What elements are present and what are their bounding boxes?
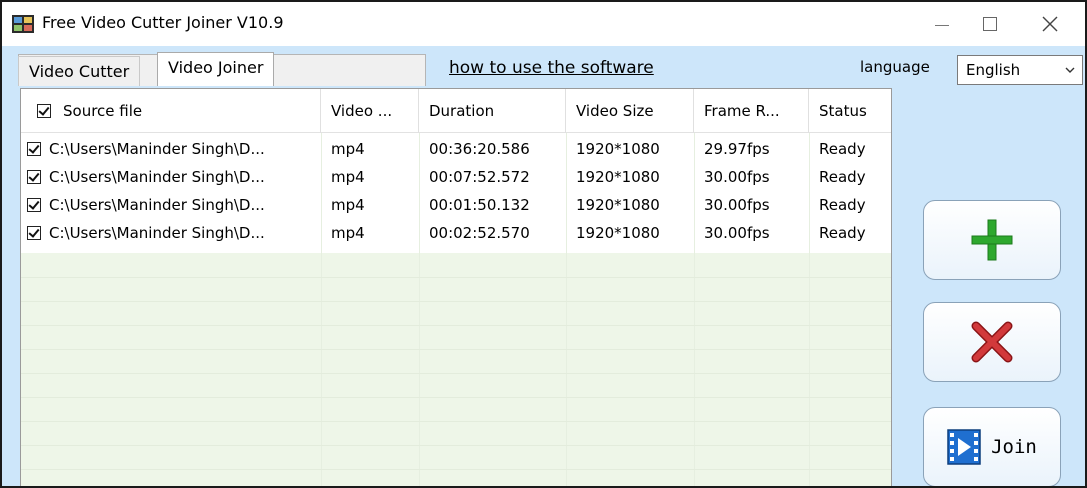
file-list[interactable]: Source file Video ... Duration Video Siz… xyxy=(20,88,892,486)
tab-video-joiner[interactable]: Video Joiner xyxy=(157,52,275,86)
frame-rate-cell: 30.00fps xyxy=(704,224,770,242)
row-divider xyxy=(21,349,891,350)
plus-icon xyxy=(971,219,1013,261)
format-cell: mp4 xyxy=(331,224,365,242)
howto-panel: how to use the software xyxy=(437,54,857,84)
source-cell: C:\Users\Maninder Singh\D... xyxy=(49,224,265,242)
size-cell: 1920*1080 xyxy=(576,168,660,186)
table-row[interactable]: C:\Users\Maninder Singh\D... mp4 00:36:2… xyxy=(21,137,891,161)
status-cell: Ready xyxy=(819,140,866,158)
format-cell: mp4 xyxy=(331,168,365,186)
row-divider xyxy=(21,397,891,398)
column-label: Video ... xyxy=(331,102,393,120)
language-label: language xyxy=(860,58,930,76)
film-play-icon xyxy=(947,429,981,465)
tab-video-cutter[interactable]: Video Cutter xyxy=(18,56,141,86)
close-button[interactable] xyxy=(1026,2,1074,46)
duration-cell: 00:07:52.572 xyxy=(429,168,530,186)
frame-rate-cell: 29.97fps xyxy=(704,140,770,158)
chevron-down-icon xyxy=(1064,56,1076,94)
x-icon xyxy=(971,321,1013,363)
duration-cell: 00:36:20.586 xyxy=(429,140,530,158)
source-cell: C:\Users\Maninder Singh\D... xyxy=(49,140,265,158)
column-header-size[interactable]: Video Size xyxy=(566,89,694,133)
row-divider xyxy=(21,445,891,446)
table-row[interactable]: C:\Users\Maninder Singh\D... mp4 00:02:5… xyxy=(21,221,891,245)
close-icon xyxy=(1042,16,1058,32)
format-cell: mp4 xyxy=(331,140,365,158)
maximize-button[interactable] xyxy=(966,2,1014,46)
status-cell: Ready xyxy=(819,224,866,242)
column-header-frame-rate[interactable]: Frame R... xyxy=(694,89,809,133)
size-cell: 1920*1080 xyxy=(576,140,660,158)
frame-rate-cell: 30.00fps xyxy=(704,168,770,186)
maximize-icon xyxy=(983,17,997,31)
row-divider xyxy=(21,469,891,470)
column-header-format[interactable]: Video ... xyxy=(321,89,419,133)
language-select[interactable]: English xyxy=(957,55,1083,85)
size-cell: 1920*1080 xyxy=(576,196,660,214)
source-cell: C:\Users\Maninder Singh\D... xyxy=(49,168,265,186)
row-divider xyxy=(21,421,891,422)
app-logo-icon xyxy=(12,15,34,33)
tab-label: Video Joiner xyxy=(168,58,264,77)
join-label: Join xyxy=(991,436,1037,458)
remove-file-button[interactable] xyxy=(923,302,1061,382)
table-row[interactable]: C:\Users\Maninder Singh\D... mp4 00:07:5… xyxy=(21,165,891,189)
column-header-source[interactable]: Source file xyxy=(21,89,321,133)
column-label: Source file xyxy=(63,102,143,120)
add-file-button[interactable] xyxy=(923,200,1061,280)
howto-link[interactable]: how to use the software xyxy=(449,58,654,78)
row-divider xyxy=(21,373,891,374)
row-divider xyxy=(21,277,891,278)
duration-cell: 00:02:52.570 xyxy=(429,224,530,242)
select-all-checkbox[interactable] xyxy=(37,104,51,118)
column-header-duration[interactable]: Duration xyxy=(419,89,566,133)
minimize-button[interactable] xyxy=(918,2,966,46)
status-cell: Ready xyxy=(819,168,866,186)
duration-cell: 00:01:50.132 xyxy=(429,196,530,214)
join-button[interactable]: Join xyxy=(923,407,1061,486)
format-cell: mp4 xyxy=(331,196,365,214)
title-bar: Free Video Cutter Joiner V10.9 xyxy=(2,2,1085,46)
column-header-status[interactable]: Status xyxy=(809,89,891,133)
column-label: Frame R... xyxy=(704,102,780,120)
app-window: Free Video Cutter Joiner V10.9 Video Cut… xyxy=(0,0,1087,488)
window-title: Free Video Cutter Joiner V10.9 xyxy=(42,13,284,32)
status-cell: Ready xyxy=(819,196,866,214)
column-label: Status xyxy=(819,102,867,120)
minimize-icon xyxy=(935,24,949,26)
language-value: English xyxy=(966,61,1021,79)
row-divider xyxy=(21,301,891,302)
source-cell: C:\Users\Maninder Singh\D... xyxy=(49,196,265,214)
table-row[interactable]: C:\Users\Maninder Singh\D... mp4 00:01:5… xyxy=(21,193,891,217)
column-label: Duration xyxy=(429,102,495,120)
size-cell: 1920*1080 xyxy=(576,224,660,242)
row-divider xyxy=(21,325,891,326)
table-header: Source file Video ... Duration Video Siz… xyxy=(21,89,891,133)
column-label: Video Size xyxy=(576,102,654,120)
tab-label: Video Cutter xyxy=(29,62,130,81)
list-empty-area xyxy=(21,253,891,486)
frame-rate-cell: 30.00fps xyxy=(704,196,770,214)
